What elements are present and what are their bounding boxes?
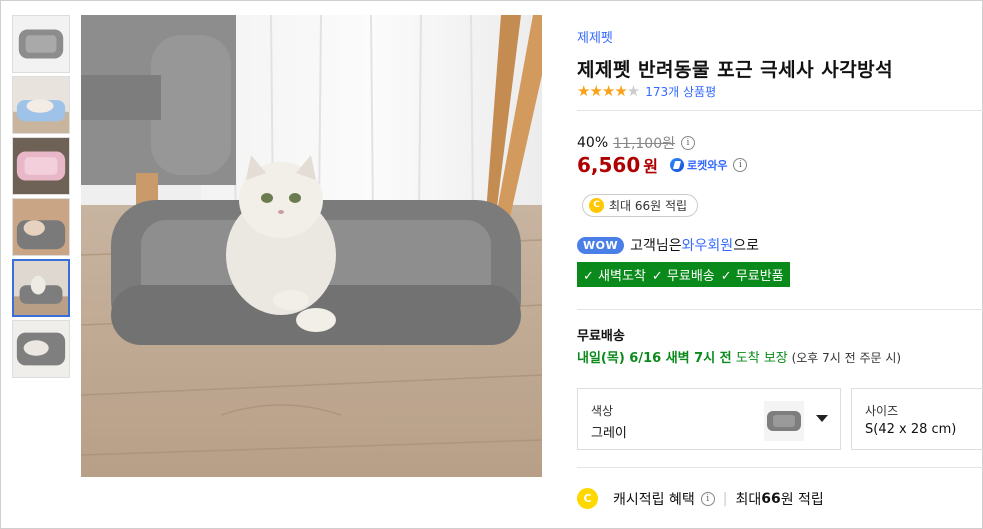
cash-coin-icon: C xyxy=(577,488,598,509)
review-count-link[interactable]: 173개 상품평 xyxy=(645,83,716,100)
cash-benefit-row: C 캐시적립 혜택 i | 최대 66 원 적립 xyxy=(577,488,824,509)
cash-pill-label: 최대 66원 적립 xyxy=(609,199,688,213)
info-icon[interactable]: i xyxy=(681,136,695,150)
star-icon: ★★★★ xyxy=(577,82,628,100)
divider xyxy=(577,110,983,111)
delivery-date-main: 내일(목) 6/16 새벽 7시 전 xyxy=(577,351,732,366)
cash-benefit-amount: 66 xyxy=(761,490,781,507)
sale-price: 6,560 xyxy=(577,153,641,177)
rocket-label: 로켓와우 xyxy=(687,159,728,172)
wow-badge: WOW xyxy=(577,236,625,254)
benefit-dawn-delivery: ✓ 새벽도착 xyxy=(583,269,646,284)
chevron-down-icon xyxy=(816,415,828,422)
currency-label: 원 xyxy=(643,157,658,176)
cash-benefit-suffix: 원 적립 xyxy=(780,491,824,508)
divider xyxy=(577,309,983,310)
thumbnail-4[interactable] xyxy=(12,198,70,256)
thumbnail-list xyxy=(12,15,71,381)
delivery-guarantee: 도착 보장 xyxy=(731,351,788,366)
wow-suffix: 으로 xyxy=(733,238,759,254)
product-title: 제제펫 반려동물 포근 극세사 사각방석 xyxy=(577,59,894,81)
thumbnail-1[interactable] xyxy=(12,15,70,73)
rocket-icon xyxy=(670,158,684,172)
main-product-image xyxy=(81,15,542,477)
divider xyxy=(577,467,983,468)
star-empty-icon: ★ xyxy=(626,82,640,100)
color-option-select[interactable]: 색상 그레이 xyxy=(577,388,841,450)
delivery-date: 내일(목) 6/16 새벽 7시 전 도착 보장 (오후 7시 전 주문 시) xyxy=(577,347,901,366)
color-option-thumbnail xyxy=(764,401,804,441)
benefit-free-shipping: ✓ 무료배송 xyxy=(651,269,715,284)
thumbnail-5-selected[interactable] xyxy=(12,259,70,317)
discount-row: 40% 11,100원 i xyxy=(577,133,695,153)
coin-icon: C xyxy=(589,198,604,213)
wow-member-row: WOW 고객님은 와우회원 으로 xyxy=(577,235,759,255)
cash-benefit-prefix: 최대 xyxy=(735,491,762,508)
separator: | xyxy=(722,490,728,507)
cash-info-icon[interactable]: i xyxy=(700,491,715,506)
benefit-free-return: ✓ 무료반품 xyxy=(720,269,784,284)
original-price: 11,100원 xyxy=(613,136,675,152)
delivery-note: (오후 7시 전 주문 시) xyxy=(787,351,902,365)
rocket-wow-badge: 로켓와우 xyxy=(670,157,727,173)
cash-benefit-label: 캐시적립 혜택 xyxy=(613,491,695,508)
rating-stars: ★★★★★ xyxy=(577,82,640,100)
thumbnail-6[interactable] xyxy=(12,320,70,378)
wow-benefits-bar: ✓ 새벽도착 ✓ 무료배송 ✓ 무료반품 xyxy=(577,262,790,287)
thumbnail-2[interactable] xyxy=(12,76,70,134)
thumbnail-3[interactable] xyxy=(12,137,70,195)
shipping-label: 무료배송 xyxy=(577,329,625,344)
brand-link[interactable]: 제제펫 xyxy=(577,27,613,46)
size-option-value: S(42 x 28 cm) xyxy=(865,422,957,437)
wow-member-link[interactable]: 와우회원 xyxy=(682,235,734,255)
rocket-info-icon[interactable]: i xyxy=(733,158,748,172)
rating-row: ★★★★★ 173개 상품평 xyxy=(577,82,716,100)
size-option-select[interactable]: 사이즈 S(42 x 28 cm) xyxy=(851,388,983,450)
cash-reward-pill[interactable]: C 최대 66원 적립 xyxy=(582,194,699,217)
discount-rate: 40% xyxy=(577,135,609,151)
price-row: 6,560 원 로켓와우 i xyxy=(577,153,748,177)
wow-prefix: 고객님은 xyxy=(630,238,682,254)
size-option-label: 사이즈 xyxy=(865,404,899,418)
